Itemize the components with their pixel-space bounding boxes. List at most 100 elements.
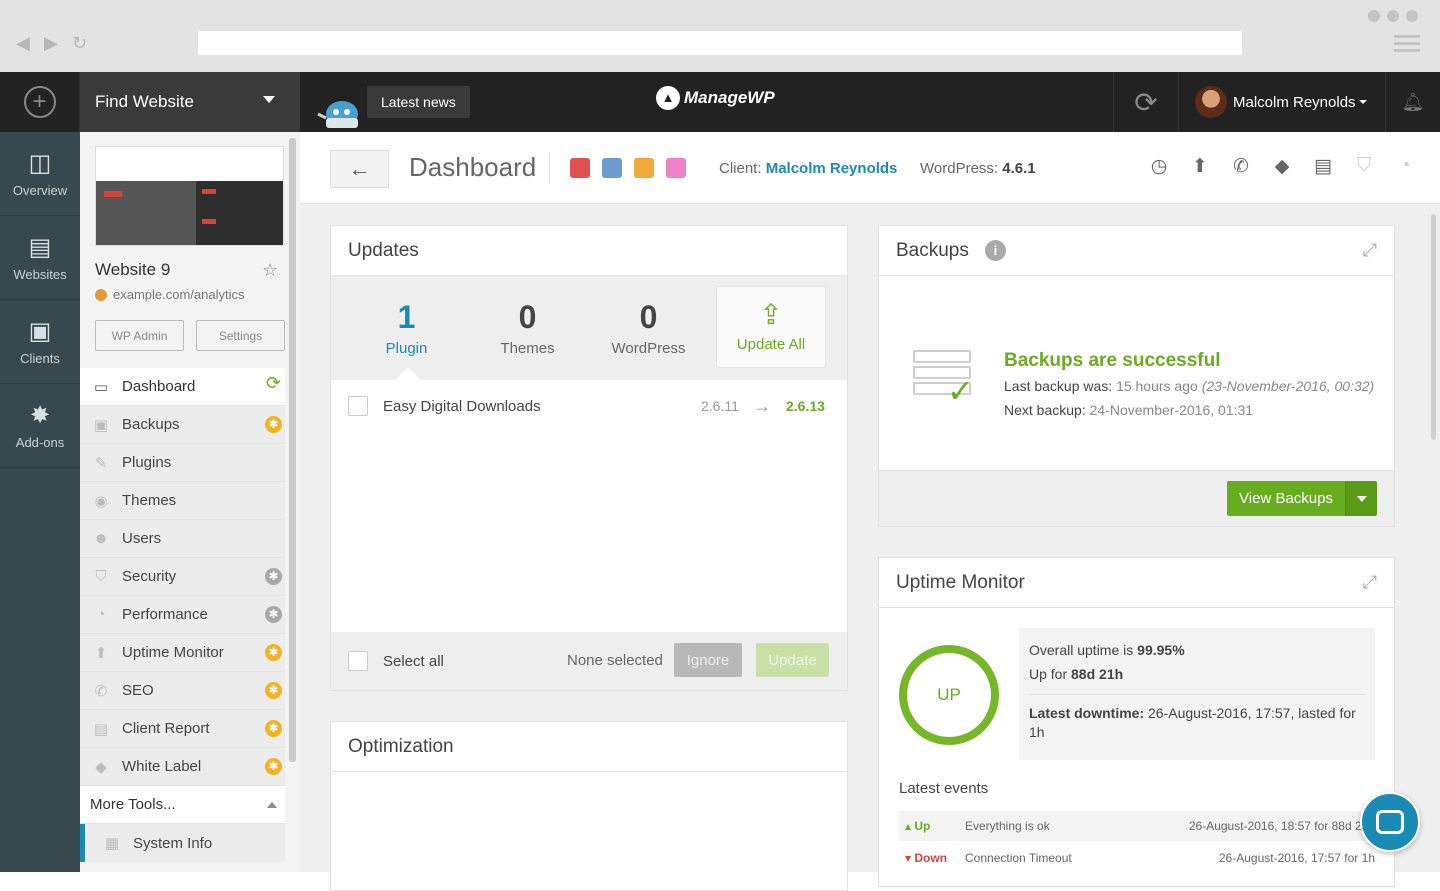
more-tools-label: More Tools... [90,796,176,813]
site-thumbnail[interactable] [95,146,284,246]
main-scrollbar[interactable] [1431,214,1436,440]
upload-icon[interactable]: ⬆ [1189,154,1211,178]
site-url[interactable]: example.com/analytics [95,287,245,302]
expand-icon[interactable]: ⤢ [1363,240,1377,261]
browser-back-icon[interactable]: ◀ [16,33,30,54]
nav-label: Add-ons [15,435,65,450]
client-name-link[interactable]: Malcolm Reynolds [766,160,898,177]
monitor-icon: ▭ [93,378,109,396]
avatar [1195,86,1227,118]
tag-blue[interactable] [602,158,622,178]
row-checkbox[interactable] [348,396,368,416]
star-icon[interactable]: ☆ [262,260,278,281]
menu-item-dashboard[interactable]: ▭ Dashboard ⟳ [80,368,285,406]
menu-item-backups[interactable]: ▣ Backups ✱ [80,406,285,444]
nav-websites[interactable]: ▤ Websites [0,216,80,300]
menu-item-client-report[interactable]: ▤ Client Report ✱ [80,710,285,748]
menu-item-users[interactable]: ☻ Users [80,520,285,558]
notifications-button[interactable]: 🔔︎ [1385,72,1440,132]
site-panel-scrollbar[interactable] [289,138,296,762]
menu-item-security[interactable]: ⛉ Security ✱ [80,558,285,596]
event-time: 26-August-2016, 17:57 for 1h [1218,851,1375,865]
browser-forward-icon[interactable]: ▶ [44,33,58,54]
gear-icon: ✱ [265,758,282,775]
update-all-label: Update All [736,336,806,353]
select-all-checkbox[interactable] [348,651,368,671]
menu-item-themes[interactable]: ◉ Themes [80,482,285,520]
user-menu[interactable]: Malcolm Reynolds [1179,72,1385,132]
report-chart-icon[interactable]: ▤ [1312,154,1334,178]
tag-icon[interactable]: ◆ [1271,154,1293,178]
stat-themes[interactable]: 0 Themes [467,299,588,357]
view-backups-dropdown[interactable] [1345,481,1377,516]
upload-icon: ⇪ [759,299,783,330]
wordpress-version: WordPress: 4.6.1 [920,160,1036,177]
window-controls [1368,10,1418,22]
optimization-title: Optimization [331,722,847,772]
stat-wordpress[interactable]: 0 WordPress [588,299,709,357]
shield-icon: ⛉ [95,568,107,585]
chart-icon: ▤ [93,720,109,738]
overview-icon: ◫ [28,150,52,177]
menu-item-performance[interactable]: ◔ Performance ✱ [80,596,285,634]
menu-item-uptime-monitor[interactable]: ⬆ Uptime Monitor ✱ [80,634,285,672]
gear-icon: ✱ [265,644,282,661]
event-message: Everything is ok [965,819,1050,833]
stat-label: WordPress [611,340,686,357]
sync-button[interactable]: ⟳ [1113,72,1179,132]
add-website-button[interactable]: + [0,72,80,132]
event-status: ▾ Down [905,851,948,865]
megaphone-icon[interactable]: ✆ [1230,154,1252,178]
wp-version: 4.6.1 [1002,160,1036,177]
nav-addons[interactable]: ✸ Add-ons [0,384,80,468]
menu-label: System Info [133,834,213,852]
tag-pink[interactable] [666,158,686,178]
tag-orange[interactable] [634,158,654,178]
backups-card: Backups i ⤢ ✓ Backups are successful Las… [878,225,1395,527]
menu-item-plugins[interactable]: ✎ Plugins [80,444,285,482]
stat-label: Themes [500,340,555,357]
websites-icon: ▤ [28,234,52,261]
uptime-header: Uptime Monitor ⤢ [879,558,1394,608]
wp-admin-button[interactable]: WP Admin [95,320,184,351]
menu-item-seo[interactable]: ✆ SEO ✱ [80,672,285,710]
chevron-up-icon [267,802,277,808]
browser-menu-icon[interactable] [1394,35,1420,56]
menu-label: Users [122,530,162,547]
robot-mascot-icon[interactable] [312,92,370,132]
plugin-name: Easy Digital Downloads [383,397,541,415]
settings-button[interactable]: Settings [196,320,285,351]
latest-news-button[interactable]: Latest news [367,86,470,118]
ignore-button[interactable]: Ignore [674,643,742,677]
backup-details: Backups are successful Last backup was: … [1004,348,1374,422]
logo-text: ManageWP [684,88,775,107]
next-backup-label: Next backup: [1004,402,1086,418]
find-website-dropdown[interactable]: Find Website [80,72,300,132]
managewp-logo[interactable]: ▲ ManageWP [656,86,775,110]
update-all-button[interactable]: ⇪ Update All [716,286,826,368]
event-time: 26-August-2016, 18:57 for 88d 21h [1188,819,1375,833]
browser-reload-icon[interactable]: ↻ [72,33,87,54]
gear-icon: ✱ [265,720,282,737]
table-row: Easy Digital Downloads 2.6.11 → 2.6.13 [331,380,847,432]
address-bar[interactable] [198,31,1242,55]
view-backups-button[interactable]: View Backups [1227,481,1345,516]
nav-overview[interactable]: ◫ Overview [0,132,80,216]
menu-item-white-label[interactable]: ◆ White Label ✱ [80,748,285,786]
more-tools-toggle[interactable]: More Tools... [80,786,285,824]
info-icon[interactable]: i [984,240,1006,261]
nav-clients[interactable]: ▣ Clients [0,300,80,384]
stat-plugins[interactable]: 1 Plugin [346,299,467,357]
backup-history-icon[interactable]: ◷ [1148,154,1170,178]
expand-icon[interactable]: ⤢ [1363,572,1377,593]
menu-label: Performance [122,606,208,623]
shield-icon[interactable]: ⛉ [1353,154,1375,178]
client-info: Client: Malcolm Reynolds [719,160,897,177]
update-button[interactable]: Update [756,643,829,677]
tag-red[interactable] [570,158,590,178]
back-button[interactable]: ← [330,150,389,188]
chat-launcher-button[interactable] [1360,792,1420,852]
menu-item-system-info[interactable]: ▦ System Info [80,824,285,862]
gauge-icon[interactable]: ◔ [1394,154,1416,178]
client-label: Client: [719,160,762,177]
